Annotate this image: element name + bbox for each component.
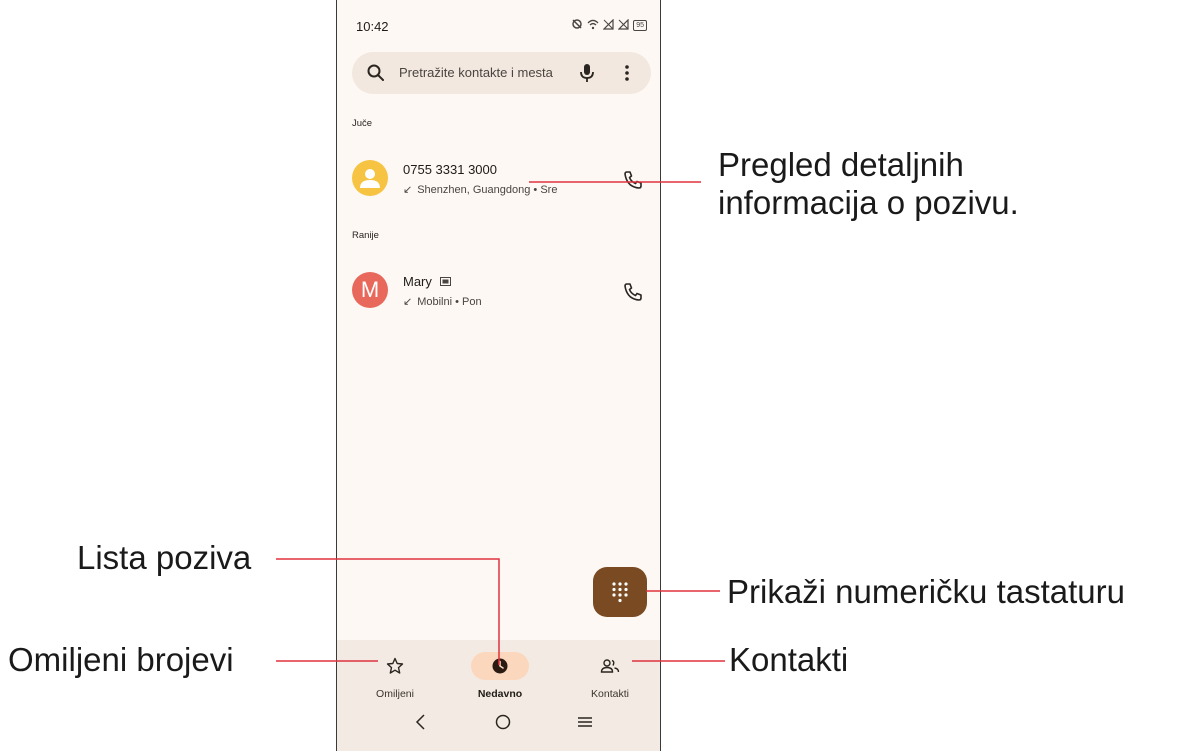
incoming-arrow-icon: ↙ (403, 296, 413, 308)
signal-icon-2 (617, 18, 629, 33)
battery-icon: 95 (633, 20, 647, 31)
person-icon (360, 169, 380, 188)
call-detail: ↙ Mobilni • Pon (403, 295, 482, 308)
callout-details-line2: informacija o pozivu. (718, 183, 1019, 221)
section-label-earlier: Ranije (352, 230, 379, 241)
call-name-text: Mary (403, 274, 432, 289)
section-label-yesterday: Juče (352, 118, 373, 129)
status-bar: 10:42 95 (337, 0, 660, 52)
dialpad-icon (612, 582, 628, 603)
contacts-icon (600, 659, 620, 673)
search-bar[interactable]: Pretražite kontakte i mesta (352, 52, 651, 94)
incoming-arrow-icon: ↙ (403, 184, 413, 196)
more-options-icon[interactable] (621, 62, 633, 84)
call-location-text: Shenzhen, Guangdong • Sre (417, 184, 558, 196)
signal-icon (602, 18, 614, 33)
sim-card-icon (439, 277, 451, 286)
callout-keypad: Prikaži numeričku tastaturu (727, 573, 1125, 610)
clock-icon (492, 658, 508, 674)
tab-recent-label: Nedavno (477, 688, 523, 700)
avatar (352, 160, 388, 196)
star-icon (386, 657, 404, 674)
wifi-icon (587, 19, 599, 33)
call-number: 0755 3331 3000 (403, 162, 497, 177)
search-input[interactable]: Pretražite kontakte i mesta (399, 65, 553, 80)
call-row[interactable]: 0755 3331 3000 ↙ Shenzhen, Guangdong • Sr… (337, 150, 660, 210)
tab-contacts[interactable]: Kontakti (565, 652, 655, 712)
tab-recent[interactable]: Nedavno (455, 652, 545, 712)
search-icon (367, 64, 384, 81)
callout-call-list: Lista poziva (77, 539, 252, 576)
system-navigation (337, 710, 660, 740)
callout-contacts: Kontakti (729, 641, 849, 678)
nav-icon-container (581, 652, 639, 680)
tab-favorites[interactable]: Omiljeni (350, 652, 440, 712)
avatar: M (352, 272, 388, 308)
nav-icon-container-active (471, 652, 529, 680)
callout-details: Pregled detaljnih informacija o pozivu. (718, 146, 1019, 222)
vibrate-icon (571, 18, 583, 33)
home-icon[interactable] (491, 710, 515, 734)
mic-icon[interactable] (577, 62, 597, 84)
call-type-text: Mobilni • Pon (417, 296, 482, 308)
call-phone-icon[interactable] (623, 170, 643, 190)
status-icons: 95 (571, 18, 647, 33)
tab-contacts-label: Kontakti (591, 688, 629, 700)
callout-details-line1: Pregled detaljnih (718, 146, 964, 183)
call-detail: ↙ Shenzhen, Guangdong • Sre (403, 183, 557, 196)
callout-favorites: Omiljeni brojevi (8, 641, 234, 678)
status-time: 10:42 (356, 19, 389, 34)
back-icon[interactable] (409, 710, 433, 734)
call-phone-icon[interactable] (623, 282, 643, 302)
dialpad-button[interactable] (593, 567, 647, 617)
menu-icon[interactable] (573, 710, 597, 734)
phone-screen: 10:42 95 Pretražite kontakte i mesta Juč… (336, 0, 661, 751)
nav-icon-container (366, 652, 424, 680)
call-name: Mary (403, 274, 451, 289)
call-row[interactable]: M Mary ↙ Mobilni • Pon (337, 262, 660, 322)
tab-favorites-label: Omiljeni (376, 688, 414, 700)
